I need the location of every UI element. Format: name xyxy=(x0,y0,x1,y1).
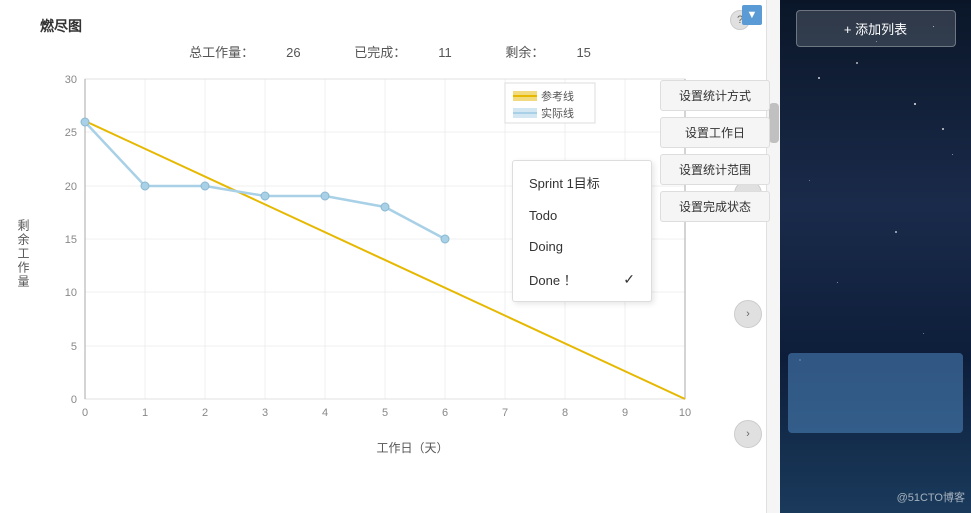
list-card xyxy=(788,353,963,433)
svg-text:10: 10 xyxy=(65,287,77,299)
svg-text:0: 0 xyxy=(82,407,88,419)
scroll-thumb[interactable] xyxy=(769,103,779,143)
status-submenu: Sprint 1目标 Todo Doing Done ！ ✓ xyxy=(512,160,652,302)
svg-text:30: 30 xyxy=(65,74,77,86)
status-item-todo[interactable]: Todo xyxy=(513,200,651,231)
svg-text:10: 10 xyxy=(679,407,691,419)
chart-stats: 总工作量： 26 已完成： 11 剩余： 15 xyxy=(0,36,780,65)
svg-text:20: 20 xyxy=(65,181,77,193)
x-axis-label: 工作日（天） xyxy=(55,439,740,456)
burndown-chart-panel: 燃尽图 ? ▼ 总工作量：26 已完成：11 剩余：15 剩余工作量 30 xyxy=(0,0,780,513)
scrollbar[interactable] xyxy=(766,0,780,513)
svg-text:9: 9 xyxy=(622,407,628,419)
svg-text:8: 8 xyxy=(562,407,568,419)
svg-text:6: 6 xyxy=(442,407,448,419)
chart-title: 燃尽图 xyxy=(20,8,82,36)
set-done-status-button[interactable]: 设置完成状态 xyxy=(660,191,770,222)
right-panel: + 添加列表 @51CTO博客 xyxy=(780,0,971,513)
set-stat-range-button[interactable]: 设置统计范围 xyxy=(660,154,770,185)
svg-text:1: 1 xyxy=(142,407,148,419)
nav-circle-3[interactable]: › xyxy=(734,420,762,448)
remaining-value: 15 xyxy=(576,45,590,60)
collapse-button[interactable]: ▼ xyxy=(742,5,762,25)
y-axis-label: 剩余工作量 xyxy=(15,219,32,289)
status-item-doing[interactable]: Doing xyxy=(513,231,651,262)
done-checkmark: ✓ xyxy=(623,271,635,288)
svg-text:实际线: 实际线 xyxy=(541,106,574,120)
svg-text:参考线: 参考线 xyxy=(541,89,574,103)
svg-text:0: 0 xyxy=(71,394,77,406)
done-label: 已完成： xyxy=(354,45,406,60)
svg-text:4: 4 xyxy=(322,407,328,419)
svg-text:3: 3 xyxy=(262,407,268,419)
watermark: @51CTO博客 xyxy=(897,489,965,505)
svg-text:7: 7 xyxy=(502,407,508,419)
stars-background xyxy=(780,0,971,513)
total-label: 总工作量： xyxy=(189,45,254,60)
status-item-done[interactable]: Done ！ ✓ xyxy=(513,262,651,297)
nav-circle-2[interactable]: › xyxy=(734,300,762,328)
remaining-label: 剩余： xyxy=(505,45,544,60)
done-value: 11 xyxy=(438,45,452,60)
svg-text:5: 5 xyxy=(71,341,77,353)
status-item-sprint[interactable]: Sprint 1目标 xyxy=(513,165,651,200)
total-value: 26 xyxy=(286,45,300,60)
svg-text:15: 15 xyxy=(65,234,77,246)
add-list-button[interactable]: + 添加列表 xyxy=(796,10,956,47)
svg-text:2: 2 xyxy=(202,407,208,419)
svg-text:5: 5 xyxy=(382,407,388,419)
svg-text:25: 25 xyxy=(65,127,77,139)
set-workday-button[interactable]: 设置工作日 xyxy=(660,117,770,148)
set-stat-method-button[interactable]: 设置统计方式 xyxy=(660,80,770,111)
chart-settings-menu: 设置统计方式 设置工作日 设置统计范围 设置完成状态 xyxy=(660,80,770,222)
